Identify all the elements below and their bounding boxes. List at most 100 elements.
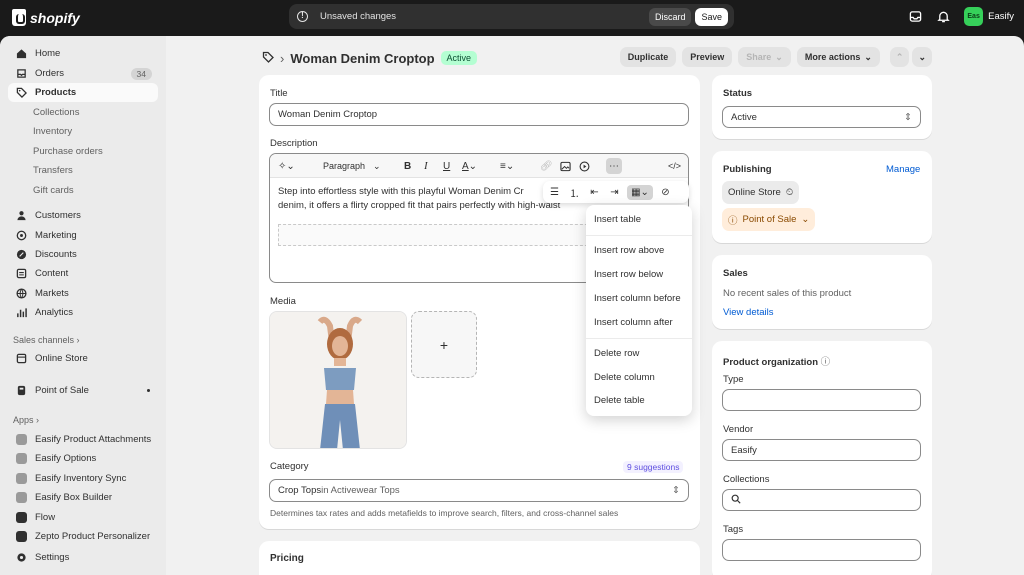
header-actions: Duplicate Preview Share ⌄ More actions ⌄ ⌃… — [619, 47, 932, 67]
sidebar-item-online-store[interactable]: Online Store — [8, 349, 158, 368]
sidebar-item-discounts[interactable]: Discounts — [8, 245, 158, 264]
sidebar-item-home[interactable]: Home — [8, 44, 158, 63]
tags-input[interactable] — [722, 539, 921, 561]
sidebar-item-customers[interactable]: Customers — [8, 206, 158, 225]
indent-icon[interactable]: ⇥ — [607, 185, 622, 200]
save-button[interactable]: Save — [695, 7, 728, 26]
add-media-button[interactable]: + — [411, 311, 477, 378]
code-view-icon[interactable]: </> — [668, 159, 681, 173]
search-icon — [731, 494, 741, 507]
next-product-button[interactable]: ⌄ — [912, 47, 932, 67]
align-icon[interactable]: ≡⌄ — [500, 159, 514, 173]
menu-item-insert-column-after[interactable]: Insert column after — [594, 317, 673, 328]
bold-icon[interactable]: B — [404, 159, 411, 173]
sidebar-item-products[interactable]: Products — [8, 83, 158, 102]
bullet-list-icon[interactable]: ☰ — [547, 185, 562, 200]
outdent-icon[interactable]: ⇤ — [587, 185, 602, 200]
status-select[interactable]: Active ⇕ — [722, 106, 921, 128]
menu-item-insert-table[interactable]: Insert table — [594, 214, 641, 225]
previous-product-button[interactable]: ⌃ — [889, 47, 910, 67]
more-actions-button[interactable]: More actions ⌄ — [796, 47, 880, 67]
vendor-input[interactable]: Easify — [722, 439, 921, 461]
menu-item-delete-column[interactable]: Delete column — [594, 372, 655, 383]
product-image[interactable] — [269, 311, 407, 449]
online-store-chip-label: Online Store — [728, 187, 781, 198]
description-label: Description — [270, 138, 318, 149]
type-input[interactable] — [722, 389, 921, 411]
sidebar-app-easify-box-builder[interactable]: Easify Box Builder — [8, 488, 158, 507]
image-icon[interactable] — [560, 159, 571, 173]
menu-item-delete-table[interactable]: Delete table — [594, 395, 645, 406]
sidebar-item-transfers[interactable]: Transfers — [8, 161, 158, 180]
menu-item-delete-row[interactable]: Delete row — [594, 348, 639, 359]
share-label: Share — [746, 52, 772, 62]
sales-channels-heading[interactable]: Sales channels › — [13, 335, 80, 345]
sidebar-app-easify-inventory-sync[interactable]: Easify Inventory Sync — [8, 469, 158, 488]
italic-icon[interactable]: I — [424, 159, 428, 173]
clear-formatting-icon[interactable]: ⊘ — [658, 185, 673, 200]
discard-button[interactable]: Discard — [648, 7, 692, 26]
preview-button[interactable]: Preview — [682, 47, 733, 67]
product-title-heading: Woman Denim Croptop — [290, 50, 435, 66]
category-suggestions-badge[interactable]: 9 suggestions — [623, 461, 684, 473]
sidebar-item-orders[interactable]: Orders 34 — [8, 64, 158, 83]
sidebar-item-label: Markets — [35, 288, 69, 299]
share-button[interactable]: Share ⌄ — [738, 47, 791, 67]
shopify-logo[interactable]: shopify — [12, 9, 80, 26]
sidebar-item-collections[interactable]: Collections — [8, 103, 158, 122]
bell-icon[interactable] — [936, 10, 950, 24]
menu-item-insert-row-above[interactable]: Insert row above — [594, 245, 664, 256]
inserted-table-placeholder[interactable] — [278, 224, 598, 246]
category-select[interactable]: Crop Tops in Activewear Tops ⇕ — [269, 479, 689, 502]
apps-heading[interactable]: Apps › — [13, 415, 39, 425]
menu-item-insert-row-below[interactable]: Insert row below — [594, 269, 663, 280]
online-store-chip[interactable]: Online Store ⏲︎ — [722, 181, 800, 204]
text-color-icon[interactable]: A ⌄ — [462, 159, 477, 173]
plus-icon: + — [439, 336, 449, 353]
sidebar-app-easify-options[interactable]: Easify Options — [8, 449, 158, 468]
store-switcher[interactable]: Eas Easify — [964, 7, 1014, 26]
sidebar-item-content[interactable]: Content — [8, 264, 158, 283]
ai-magic-button[interactable]: ✧⌄ — [278, 159, 295, 173]
paragraph-select[interactable]: Paragraph ⌄ — [323, 159, 381, 173]
shopify-bag-icon — [12, 9, 26, 26]
editor-toolbar: ✧⌄ Paragraph ⌄ B I U A ⌄ ≡⌄ 🔗︎ ⋯ </> — [270, 154, 688, 178]
sidebar-app-zepto-product-personalizer[interactable]: Zepto Product Personalizer — [8, 527, 158, 546]
more-formatting-icon[interactable]: ⋯ — [606, 158, 622, 174]
sidebar-app-flow[interactable]: Flow — [8, 508, 158, 527]
sidebar-item-purchase-orders[interactable]: Purchase orders — [8, 142, 158, 161]
sidebar-item-gift-cards[interactable]: Gift cards — [8, 181, 158, 200]
sidebar-item-analytics[interactable]: Analytics — [8, 303, 158, 322]
numbered-list-icon[interactable]: ⒈ — [567, 185, 582, 200]
paragraph-label: Paragraph — [323, 161, 366, 171]
manage-publishing-link[interactable]: Manage — [886, 164, 920, 175]
sidebar-item-markets[interactable]: Markets — [8, 284, 158, 303]
tag-icon[interactable] — [262, 51, 274, 66]
vendor-input-value: Easify — [731, 444, 757, 456]
calendar-clock-icon: ⏲︎ — [785, 187, 794, 198]
video-icon[interactable] — [579, 159, 590, 173]
link-icon[interactable]: 🔗︎ — [540, 159, 553, 173]
sidebar-item-point-of-sale[interactable]: Point of Sale — [8, 381, 158, 400]
info-circle-icon[interactable]: ⓘ — [821, 357, 831, 368]
sidebar-item-label: Content — [35, 268, 69, 279]
duplicate-button[interactable]: Duplicate — [619, 47, 677, 67]
view-details-link[interactable]: View details — [723, 307, 774, 318]
tags-label: Tags — [723, 524, 744, 535]
sidebar-item-settings[interactable]: Settings — [8, 548, 158, 567]
sidebar-item-label: Easify Options — [35, 453, 97, 464]
inbox-icon[interactable] — [908, 10, 922, 24]
sidebar-item-label: Transfers — [33, 165, 73, 176]
menu-item-insert-column-before[interactable]: Insert column before — [594, 293, 681, 304]
table-icon[interactable]: ▦⌄ — [627, 184, 653, 200]
sidebar-item-inventory[interactable]: Inventory — [8, 122, 158, 141]
sidebar-app-easify-product-attachments[interactable]: Easify Product Attachments — [8, 430, 158, 449]
title-input[interactable]: Woman Denim Croptop — [269, 103, 689, 126]
collections-search-input[interactable] — [722, 489, 921, 511]
sidebar-item-marketing[interactable]: Marketing — [8, 226, 158, 245]
menu-divider — [586, 235, 692, 236]
sidebar-item-label: Orders — [35, 68, 65, 79]
home-icon — [16, 48, 27, 59]
underline-icon[interactable]: U — [443, 159, 450, 173]
point-of-sale-chip[interactable]: ⓘ Point of Sale ⌄ — [722, 208, 816, 231]
